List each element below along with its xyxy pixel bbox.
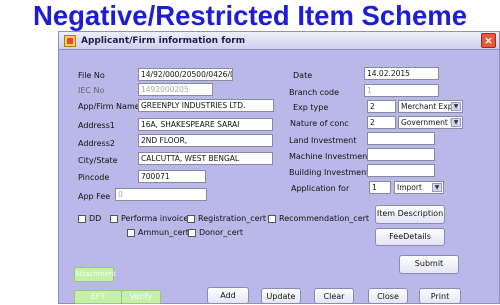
dd-checkbox[interactable] — [78, 215, 86, 223]
registration-cert-label: Registration_cert — [198, 214, 266, 223]
application-for-label: Application for — [291, 184, 350, 193]
app-fee-label: App Fee — [78, 192, 111, 201]
performa-invoice-checkbox[interactable] — [110, 215, 118, 223]
date-label: Date — [293, 71, 313, 80]
registration-cert-checkbox[interactable] — [187, 215, 195, 223]
app-firm-name-field[interactable]: GREENPLY INDUSTRIES LTD. — [138, 99, 274, 112]
pincode-field[interactable]: 700071 — [138, 170, 206, 183]
update-button[interactable]: Update — [261, 288, 301, 304]
performa-invoice-label: Performa invoice — [121, 214, 189, 223]
clear-button[interactable]: Clear — [314, 288, 354, 304]
branch-code-field[interactable]: 1 — [364, 84, 439, 97]
application-for-select[interactable]: Import ▼ — [394, 181, 444, 194]
donor-cert-checkbox[interactable] — [188, 229, 196, 237]
nature-of-conc-label: Nature of conc — [290, 119, 349, 128]
chevron-down-icon[interactable]: ▼ — [451, 118, 461, 127]
donor-cert-label: Donor_cert — [199, 228, 244, 237]
app-window-icon — [64, 35, 76, 47]
file-no-field[interactable]: 14/92/000/20500/0426/03 — [138, 68, 233, 81]
verify-button[interactable]: Verify — [121, 290, 161, 304]
land-investment-field[interactable] — [367, 132, 435, 145]
city-state-field[interactable]: CALCUTTA, WEST BENGAL — [138, 152, 273, 165]
nature-of-conc-select[interactable]: Government U ▼ — [398, 116, 463, 129]
item-description-button[interactable]: Item Description — [375, 205, 445, 224]
exp-type-label: Exp type — [293, 103, 329, 112]
iec-no-label: IEC No — [78, 86, 105, 95]
app-fee-field[interactable]: 0 — [115, 188, 207, 201]
exp-type-field[interactable]: 2 — [367, 100, 396, 113]
fee-details-button[interactable]: FeeDetails — [375, 228, 445, 246]
land-investment-label: Land Investment — [289, 136, 357, 145]
chevron-down-icon[interactable]: ▼ — [451, 102, 461, 111]
file-no-label: File No — [78, 71, 105, 80]
ammun-cert-checkbox[interactable] — [127, 229, 135, 237]
ammun-cert-label: Ammun_cert — [138, 228, 189, 237]
application-for-field[interactable]: 1 — [369, 181, 391, 194]
recommendation-cert-checkbox[interactable] — [268, 215, 276, 223]
date-field[interactable]: 14.02.2015 — [364, 67, 439, 80]
address1-field[interactable]: 16A, SHAKESPEARE SARAI — [138, 118, 273, 131]
recommendation-cert-label: Recommendation_cert — [279, 214, 370, 223]
eft-button[interactable]: EFT — [74, 290, 122, 304]
window-titlebar[interactable]: Applicant/Firm information form × — [59, 32, 499, 50]
machine-investment-field[interactable] — [367, 148, 435, 161]
add-button[interactable]: Add — [207, 287, 249, 304]
city-state-label: City/State — [78, 156, 118, 165]
iec-no-field[interactable]: 1492000205 — [138, 83, 213, 96]
submit-button[interactable]: Submit — [399, 255, 459, 274]
nature-of-conc-select-value: Government U — [401, 118, 456, 127]
dd-checkbox-label: DD — [89, 214, 102, 223]
building-investment-label: Building Investment — [289, 168, 370, 177]
branch-code-label: Branch code — [289, 88, 340, 97]
close-x-icon[interactable]: × — [481, 33, 496, 48]
slide-title: Negative/Restricted Item Scheme — [32, 0, 468, 31]
exp-type-select[interactable]: Merchant Expor ▼ — [398, 100, 463, 113]
building-investment-field[interactable] — [367, 164, 435, 177]
machine-investment-label: Machine Investment — [289, 152, 371, 161]
nature-of-conc-field[interactable]: 2 — [367, 116, 396, 129]
chevron-down-icon[interactable]: ▼ — [432, 183, 442, 192]
application-for-select-value: Import — [397, 183, 422, 192]
applicant-form-window: Applicant/Firm information form × File N… — [58, 31, 500, 304]
address2-label: Address2 — [78, 139, 115, 148]
attachment-button[interactable]: Attachment — [74, 267, 116, 282]
address2-field[interactable]: 2ND FLOOR, — [138, 134, 273, 147]
window-title: Applicant/Firm information form — [81, 36, 246, 46]
pincode-label: Pincode — [78, 173, 110, 182]
print-button[interactable]: Print — [419, 288, 461, 304]
app-firm-name-label: App/Firm Name — [78, 102, 140, 111]
address1-label: Address1 — [78, 121, 115, 130]
close-button[interactable]: Close — [368, 288, 408, 304]
